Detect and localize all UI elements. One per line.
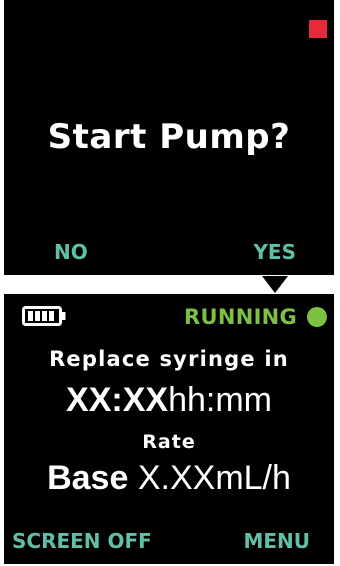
status-dot-icon xyxy=(307,307,327,327)
time-unit: hh:mm xyxy=(168,381,272,419)
time-remaining: XX:XXhh:mm xyxy=(4,381,334,420)
replace-syringe-label: Replace syringe in xyxy=(49,347,289,371)
rate-readout: Base X.XXmL/h xyxy=(4,459,334,498)
start-pump-prompt: Start Pump? xyxy=(47,117,291,157)
screen-off-button[interactable]: SCREEN OFF xyxy=(12,529,152,553)
rate-value: X.XX xyxy=(137,459,216,497)
menu-button[interactable]: MENU xyxy=(243,529,310,553)
no-button[interactable]: NO xyxy=(54,240,88,264)
battery-full-icon xyxy=(22,306,66,326)
yes-button[interactable]: YES xyxy=(253,240,296,264)
running-screen: RUNNING Replace syringe in XX:XXhh:mm Ra… xyxy=(4,294,334,564)
start-pump-screen: Start Pump? NO YES xyxy=(4,0,334,275)
status-text: RUNNING xyxy=(184,305,298,329)
rate-unit: mL/h xyxy=(215,459,291,497)
time-value: XX:XX xyxy=(66,381,169,419)
rate-label: Rate xyxy=(142,431,196,453)
stop-indicator-icon xyxy=(309,20,327,38)
transition-arrow-icon xyxy=(262,276,288,293)
rate-mode: Base xyxy=(47,459,129,497)
